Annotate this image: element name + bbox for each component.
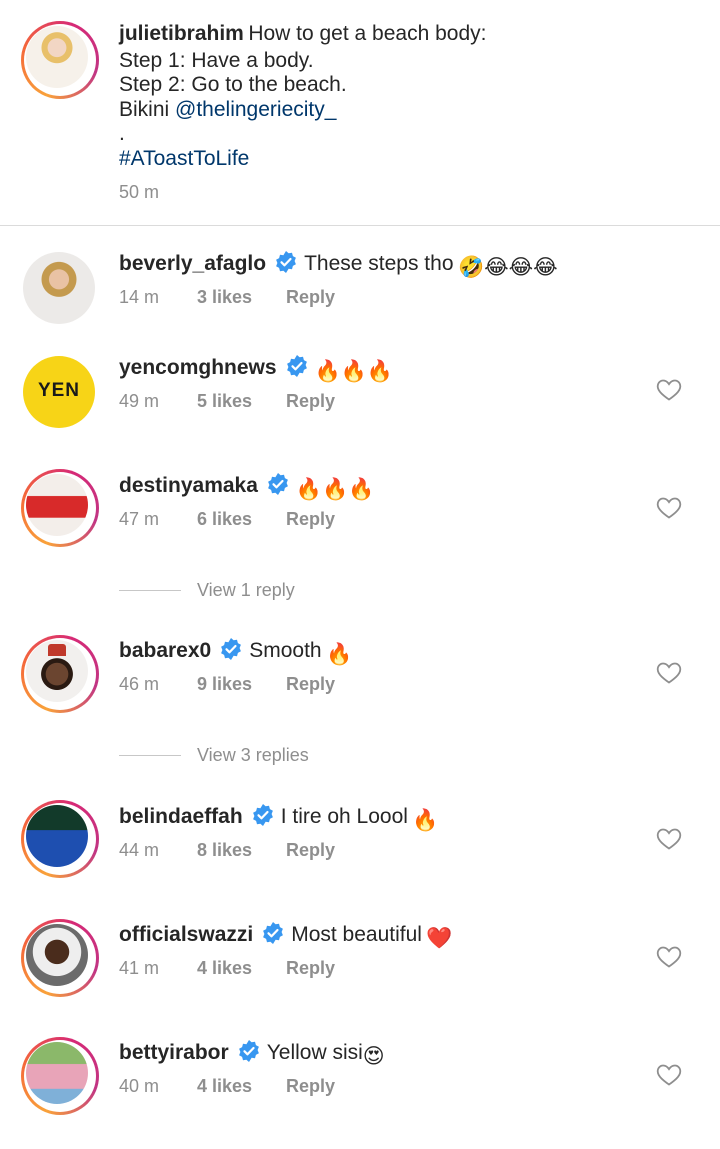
comment-avatar[interactable] bbox=[21, 635, 99, 713]
comment-avatar[interactable] bbox=[23, 252, 95, 324]
comment-time: 47 m bbox=[119, 509, 160, 529]
yen-logo-text: YEN bbox=[37, 380, 81, 401]
comment-time: 46 m bbox=[119, 674, 160, 694]
comment-avatar[interactable] bbox=[21, 469, 99, 547]
like-heart-icon[interactable] bbox=[656, 496, 682, 520]
comment-emojis: 🤣😂😂😂 bbox=[457, 256, 558, 279]
verified-badge-icon bbox=[263, 922, 284, 944]
comment-likes[interactable]: 4 likes bbox=[197, 1076, 252, 1097]
comment-row: officialswazzi Most beautiful ❤️ bbox=[119, 921, 453, 951]
comment-time: 40 m bbox=[119, 1076, 160, 1096]
caption-divider bbox=[0, 225, 720, 226]
verified-badge-icon bbox=[252, 804, 273, 826]
comment-likes[interactable]: 3 likes bbox=[197, 287, 252, 308]
comment-username[interactable]: bettyirabor bbox=[119, 1041, 229, 1064]
comment-row: yencomghnews 🔥🔥🔥 bbox=[119, 354, 393, 384]
comment-username[interactable]: destinyamaka bbox=[119, 474, 258, 497]
caption-mention-link[interactable]: @thelingeriecity_ bbox=[175, 98, 336, 121]
comment-text: Smooth bbox=[249, 639, 322, 662]
verified-badge-icon bbox=[276, 251, 296, 273]
comment-username[interactable]: officialswazzi bbox=[119, 923, 253, 946]
reply-button[interactable]: Reply bbox=[286, 391, 335, 412]
caption-line1: How to get a beach body: bbox=[248, 22, 487, 45]
comment-likes[interactable]: 9 likes bbox=[197, 674, 252, 695]
comment-avatar[interactable] bbox=[21, 1037, 99, 1115]
caption-dot: . bbox=[119, 122, 125, 145]
comment-row: destinyamaka 🔥🔥🔥 bbox=[119, 472, 374, 502]
comment-emojis: ❤️ bbox=[426, 927, 453, 950]
comment-emojis: 🔥🔥🔥 bbox=[314, 360, 393, 383]
comment-time: 44 m bbox=[119, 840, 160, 860]
like-heart-icon[interactable] bbox=[656, 827, 682, 851]
verified-badge-icon bbox=[221, 638, 242, 660]
view-replies-button[interactable]: View 3 replies bbox=[197, 745, 309, 766]
caption-line4: Bikini bbox=[119, 97, 170, 121]
comment-row: beverly_afaglo These steps tho 🤣😂😂😂 bbox=[119, 250, 558, 280]
reply-button[interactable]: Reply bbox=[286, 958, 335, 979]
comment-likes[interactable]: 6 likes bbox=[197, 509, 252, 530]
comment-emojis: 🔥 bbox=[412, 809, 439, 832]
like-heart-icon[interactable] bbox=[656, 661, 682, 685]
comment-row: belindaeffah I tire oh Loool 🔥 bbox=[119, 803, 439, 833]
like-heart-icon[interactable] bbox=[656, 378, 682, 402]
reply-button[interactable]: Reply bbox=[286, 287, 335, 308]
caption-time: 50 m bbox=[119, 182, 160, 202]
comment-emojis: 🔥 bbox=[326, 643, 353, 666]
comment-time: 49 m bbox=[119, 391, 160, 411]
caption-line3: Step 2: Go to the beach. bbox=[119, 73, 347, 96]
comment-avatar[interactable] bbox=[21, 800, 99, 878]
like-heart-icon[interactable] bbox=[656, 1063, 682, 1087]
comment-likes[interactable]: 5 likes bbox=[197, 391, 252, 412]
view-replies-line bbox=[119, 755, 181, 756]
comment-text: Yellow sisi bbox=[266, 1041, 363, 1064]
verified-badge-icon bbox=[286, 355, 307, 377]
like-heart-icon[interactable] bbox=[656, 945, 682, 969]
reply-button[interactable]: Reply bbox=[286, 674, 335, 695]
view-replies-button[interactable]: View 1 reply bbox=[197, 580, 295, 601]
reply-button[interactable]: Reply bbox=[286, 1076, 335, 1097]
comment-avatar[interactable] bbox=[21, 919, 99, 997]
comment-username[interactable]: beverly_afaglo bbox=[119, 252, 266, 275]
comment-text: Most beautiful bbox=[291, 923, 422, 946]
caption-hashtag-link[interactable]: #AToastToLife bbox=[119, 147, 699, 172]
comment-username[interactable]: belindaeffah bbox=[119, 805, 243, 828]
comment-row: babarex0 Smooth 🔥 bbox=[119, 637, 352, 667]
reply-button[interactable]: Reply bbox=[286, 840, 335, 861]
comment-time: 14 m bbox=[119, 287, 160, 307]
view-replies-line bbox=[119, 590, 181, 591]
comment-username[interactable]: yencomghnews bbox=[119, 356, 277, 379]
verified-badge-icon bbox=[238, 1040, 259, 1062]
reply-button[interactable]: Reply bbox=[286, 509, 335, 530]
comment-row: bettyirabor Yellow sisi😍 bbox=[119, 1039, 385, 1069]
comment-text: These steps tho bbox=[304, 252, 454, 275]
comment-text: I tire oh Loool bbox=[280, 805, 408, 828]
comment-emojis: 😍 bbox=[362, 1045, 385, 1068]
caption-avatar[interactable] bbox=[21, 21, 99, 99]
comment-emojis: 🔥🔥🔥 bbox=[295, 478, 375, 501]
comment-likes[interactable]: 8 likes bbox=[197, 840, 252, 861]
comment-likes[interactable]: 4 likes bbox=[197, 958, 252, 979]
caption-username[interactable]: julietibrahim bbox=[119, 22, 244, 45]
caption-line2: Step 1: Have a body. bbox=[119, 48, 314, 72]
comment-username[interactable]: babarex0 bbox=[119, 639, 211, 662]
comment-time: 41 m bbox=[119, 958, 160, 978]
caption-block: julietibrahim How to get a beach body: S… bbox=[119, 22, 699, 171]
verified-badge-icon bbox=[268, 473, 288, 495]
comment-avatar[interactable]: YEN bbox=[23, 356, 95, 428]
